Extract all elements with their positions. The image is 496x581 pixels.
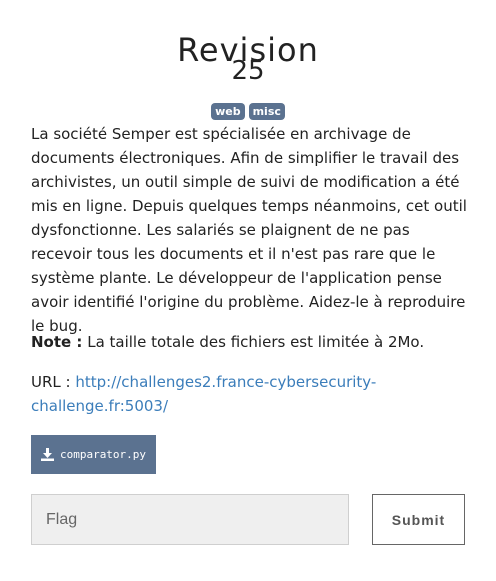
- submit-button[interactable]: Submit: [372, 494, 465, 545]
- download-icon: [40, 448, 54, 461]
- flag-input[interactable]: [31, 494, 349, 545]
- tag-web: web: [211, 103, 245, 120]
- note-text: La taille totale des fichiers est limité…: [82, 333, 425, 351]
- challenge-points: 25: [231, 56, 265, 86]
- challenge-url-link[interactable]: http://challenges2.france-cybersecurity-…: [31, 373, 376, 415]
- challenge-description: La société Semper est spécialisée en arc…: [31, 125, 467, 335]
- note-paragraph: Note : La taille totale des fichiers est…: [31, 330, 467, 354]
- url-paragraph: URL : http://challenges2.france-cybersec…: [31, 370, 467, 418]
- tag-list: web misc: [0, 103, 496, 120]
- note-label: Note :: [31, 333, 83, 351]
- download-file-button[interactable]: comparator.py: [31, 435, 156, 474]
- url-label: URL :: [31, 373, 76, 391]
- tag-misc: misc: [248, 103, 285, 120]
- download-filename: comparator.py: [59, 448, 147, 461]
